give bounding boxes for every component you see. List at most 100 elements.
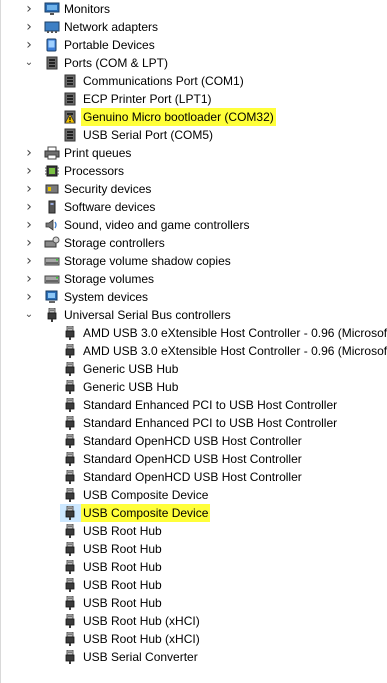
chevron-right-icon[interactable]: › bbox=[24, 288, 34, 306]
tree-item-label: ECP Printer Port (LPT1) bbox=[83, 92, 212, 106]
device-tree[interactable]: › Monitors › Network adapters › Portable Devi… bbox=[0, 0, 387, 683]
chevron-right-icon[interactable]: › bbox=[24, 144, 34, 162]
tree-device[interactable]: USB Composite Device bbox=[0, 504, 387, 522]
speaker-icon bbox=[44, 218, 60, 232]
tree-device[interactable]: USB Serial Converter bbox=[0, 648, 387, 666]
security-device-icon bbox=[44, 182, 60, 196]
tree-device[interactable]: Communications Port (COM1) bbox=[0, 72, 387, 90]
tree-item-label: USB Root Hub bbox=[83, 578, 162, 592]
tree-item-label: Universal Serial Bus controllers bbox=[64, 308, 231, 322]
tree-item-label: Storage volume shadow copies bbox=[64, 254, 231, 268]
drive-icon bbox=[44, 254, 60, 268]
drive-icon bbox=[44, 272, 60, 286]
tree-category[interactable]: › Network adapters bbox=[0, 18, 387, 36]
chevron-right-icon[interactable]: › bbox=[24, 234, 34, 252]
tree-device[interactable]: AMD USB 3.0 eXtensible Host Controller -… bbox=[0, 324, 387, 342]
port-icon bbox=[62, 128, 78, 142]
processor-icon bbox=[44, 164, 60, 178]
tree-item-label: USB Root Hub bbox=[83, 524, 162, 538]
chevron-down-icon[interactable]: ⌄ bbox=[24, 306, 34, 324]
chevron-right-icon[interactable]: › bbox=[24, 180, 34, 198]
port-icon bbox=[62, 92, 78, 106]
tree-item-label: AMD USB 3.0 eXtensible Host Controller -… bbox=[83, 344, 387, 358]
chevron-right-icon[interactable]: › bbox=[24, 0, 34, 18]
tree-category[interactable]: ⌄ Universal Serial Bus controllers bbox=[0, 306, 387, 324]
tree-item-label: Standard OpenHCD USB Host Controller bbox=[83, 452, 302, 466]
tree-item-label: Sound, video and game controllers bbox=[64, 218, 250, 232]
tree-category[interactable]: › Monitors bbox=[0, 0, 387, 18]
usb-plug-icon bbox=[62, 469, 78, 484]
usb-plug-icon bbox=[62, 379, 78, 394]
tree-category[interactable]: › System devices bbox=[0, 288, 387, 306]
tree-item-label: USB Composite Device bbox=[83, 488, 209, 502]
chevron-right-icon[interactable]: › bbox=[24, 270, 34, 288]
tree-category[interactable]: › Software devices bbox=[0, 198, 387, 216]
tree-item-label: Genuino Micro bootloader (COM32) bbox=[81, 108, 276, 126]
tree-item-label: USB Root Hub bbox=[83, 596, 162, 610]
chevron-right-icon[interactable]: › bbox=[24, 162, 34, 180]
tree-device[interactable]: Standard Enhanced PCI to USB Host Contro… bbox=[0, 414, 387, 432]
tree-item-label: Monitors bbox=[64, 2, 111, 16]
usb-plug-icon bbox=[62, 451, 78, 466]
tree-device[interactable]: USB Root Hub bbox=[0, 540, 387, 558]
tree-item-label: Standard OpenHCD USB Host Controller bbox=[83, 470, 302, 484]
tree-item-label: USB Serial Converter bbox=[83, 650, 198, 664]
tree-category[interactable]: › Storage volumes bbox=[0, 270, 387, 288]
tree-category[interactable]: › Security devices bbox=[0, 180, 387, 198]
usb-plug-icon bbox=[62, 613, 78, 628]
tree-item-label: USB Root Hub (xHCI) bbox=[83, 614, 200, 628]
tree-item-label: Standard OpenHCD USB Host Controller bbox=[83, 434, 302, 448]
tree-device[interactable]: USB Serial Port (COM5) bbox=[0, 126, 387, 144]
tree-item-label: System devices bbox=[64, 290, 149, 304]
tree-device[interactable]: Genuino Micro bootloader (COM32) bbox=[0, 108, 387, 126]
usb-plug-icon bbox=[62, 595, 78, 610]
tree-device[interactable]: Generic USB Hub bbox=[0, 378, 387, 396]
tree-category[interactable]: ⌄ Ports (COM & LPT) bbox=[0, 54, 387, 72]
usb-plug-icon bbox=[62, 433, 78, 448]
tree-device[interactable]: USB Root Hub (xHCI) bbox=[0, 630, 387, 648]
usb-plug-icon bbox=[44, 307, 60, 322]
usb-plug-icon bbox=[62, 559, 78, 574]
chevron-right-icon[interactable]: › bbox=[24, 252, 34, 270]
chevron-right-icon[interactable]: › bbox=[24, 216, 34, 234]
chevron-right-icon[interactable]: › bbox=[24, 36, 34, 54]
tree-item-label: Network adapters bbox=[64, 20, 159, 34]
tree-item-label: Generic USB Hub bbox=[83, 380, 179, 394]
chevron-right-icon[interactable]: › bbox=[24, 198, 34, 216]
tree-item-label: Security devices bbox=[64, 182, 152, 196]
tree-item-label: Software devices bbox=[64, 200, 156, 214]
tree-item-label: Standard Enhanced PCI to USB Host Contro… bbox=[83, 416, 338, 430]
tree-category[interactable]: › Storage volume shadow copies bbox=[0, 252, 387, 270]
tree-item-label: Storage controllers bbox=[64, 236, 165, 250]
tree-device[interactable]: Standard Enhanced PCI to USB Host Contro… bbox=[0, 396, 387, 414]
tree-device[interactable]: USB Composite Device bbox=[0, 486, 387, 504]
tree-category[interactable]: › Sound, video and game controllers bbox=[0, 216, 387, 234]
tree-device[interactable]: Generic USB Hub bbox=[0, 360, 387, 378]
tree-device[interactable]: USB Root Hub bbox=[0, 576, 387, 594]
tree-item-label: Portable Devices bbox=[64, 38, 155, 52]
tree-category[interactable]: › Portable Devices bbox=[0, 36, 387, 54]
tree-item-label: Generic USB Hub bbox=[83, 362, 179, 376]
port-icon bbox=[62, 74, 78, 88]
tree-device[interactable]: USB Root Hub bbox=[0, 522, 387, 540]
tree-device[interactable]: ECP Printer Port (LPT1) bbox=[0, 90, 387, 108]
tree-device[interactable]: Standard OpenHCD USB Host Controller bbox=[0, 468, 387, 486]
tree-item-label: USB Root Hub bbox=[83, 560, 162, 574]
tree-item-label: USB Serial Port (COM5) bbox=[83, 128, 214, 142]
tree-device[interactable]: USB Root Hub bbox=[0, 594, 387, 612]
tree-device[interactable]: AMD USB 3.0 eXtensible Host Controller -… bbox=[0, 342, 387, 360]
tree-device[interactable]: USB Root Hub bbox=[0, 558, 387, 576]
usb-plug-icon bbox=[62, 397, 78, 412]
tree-item-label: Processors bbox=[64, 164, 125, 178]
usb-plug-icon bbox=[62, 361, 78, 376]
tree-device[interactable]: Standard OpenHCD USB Host Controller bbox=[0, 432, 387, 450]
usb-plug-icon bbox=[62, 631, 78, 646]
tree-category[interactable]: › Storage controllers bbox=[0, 234, 387, 252]
chevron-down-icon[interactable]: ⌄ bbox=[24, 54, 34, 72]
tree-category[interactable]: › Print queues bbox=[0, 144, 387, 162]
tree-device[interactable]: USB Root Hub (xHCI) bbox=[0, 612, 387, 630]
tree-device[interactable]: Standard OpenHCD USB Host Controller bbox=[0, 450, 387, 468]
tree-category[interactable]: › Processors bbox=[0, 162, 387, 180]
chevron-right-icon[interactable]: › bbox=[24, 18, 34, 36]
tree-item-label: Standard Enhanced PCI to USB Host Contro… bbox=[83, 398, 338, 412]
